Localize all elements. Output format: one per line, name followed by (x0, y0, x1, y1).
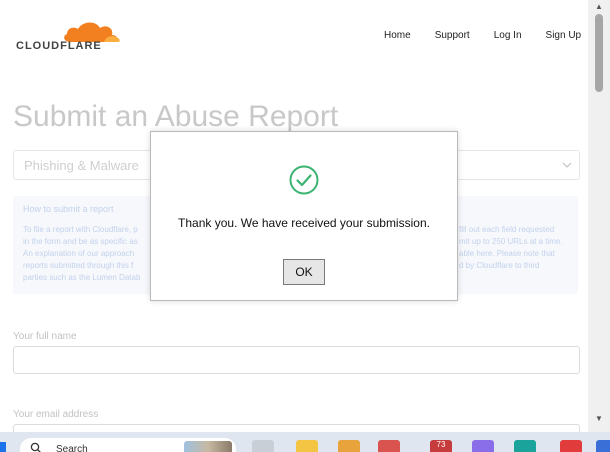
file-explorer-icon[interactable] (296, 440, 318, 452)
browser-page: CLOUDFLARE Home Support Log In Sign Up S… (0, 0, 588, 432)
screen: CLOUDFLARE Home Support Log In Sign Up S… (0, 0, 610, 452)
app-icon[interactable] (378, 440, 400, 452)
modal-overlay: Thank you. We have received your submiss… (0, 0, 588, 432)
check-circle-icon (289, 165, 319, 195)
search-highlight-image (184, 441, 232, 452)
app-icon[interactable] (338, 440, 360, 452)
task-view-icon[interactable] (252, 440, 274, 452)
mail-badge[interactable]: 73 (430, 440, 452, 452)
ok-button[interactable]: OK (283, 259, 325, 285)
scroll-thumb[interactable] (595, 14, 603, 92)
edge-icon[interactable] (514, 440, 536, 452)
scroll-down-arrow-icon[interactable]: ▼ (593, 414, 605, 424)
opera-icon[interactable] (560, 440, 582, 452)
scroll-up-arrow-icon[interactable]: ▲ (593, 2, 605, 12)
taskbar-search[interactable]: Search (20, 438, 236, 452)
start-button[interactable] (0, 442, 6, 452)
confirmation-message: Thank you. We have received your submiss… (178, 216, 430, 230)
vertical-scrollbar[interactable]: ▲ ▼ (588, 0, 610, 432)
taskbar: Search 73 (0, 432, 610, 452)
taskbar-search-text: Search (56, 444, 88, 452)
confirmation-dialog: Thank you. We have received your submiss… (150, 131, 458, 301)
app-icon[interactable] (596, 440, 610, 452)
search-icon (30, 442, 41, 452)
copilot-icon[interactable] (472, 440, 494, 452)
